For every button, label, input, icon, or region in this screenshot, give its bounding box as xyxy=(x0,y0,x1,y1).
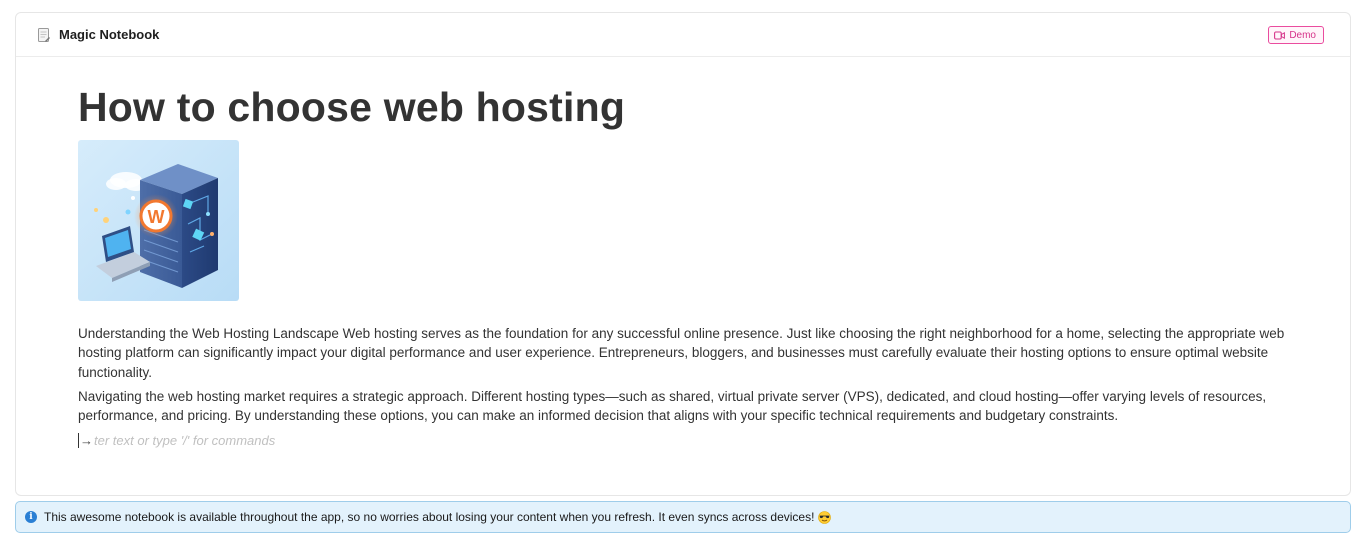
editor-input[interactable]: → ter text or type '/' for commands xyxy=(78,430,1288,450)
notebook-header: Magic Notebook Demo xyxy=(16,13,1350,57)
document-body[interactable]: How to choose web hosting W Understandin… xyxy=(78,81,1288,450)
editor-placeholder: ter text or type '/' for commands xyxy=(94,432,276,448)
sunglasses-emoji xyxy=(818,510,832,524)
info-icon: i xyxy=(25,511,37,523)
paragraph[interactable]: Navigating the web hosting market requir… xyxy=(78,387,1288,426)
text-caret xyxy=(78,432,79,448)
paragraph[interactable]: Understanding the Web Hosting Landscape … xyxy=(78,324,1288,382)
info-text: This awesome notebook is available throu… xyxy=(44,510,815,524)
video-icon xyxy=(1274,30,1286,40)
arrow-icon: → xyxy=(80,432,93,448)
notebook-card: Magic Notebook Demo How to choose web ho… xyxy=(15,12,1351,496)
page-title[interactable]: How to choose web hosting xyxy=(78,81,1288,133)
demo-button[interactable]: Demo xyxy=(1268,26,1324,44)
notebook-icon xyxy=(36,27,52,43)
svg-text:W: W xyxy=(148,207,165,227)
server-illustration[interactable]: W xyxy=(78,140,239,301)
notebook-title: Magic Notebook xyxy=(59,27,160,42)
demo-label: Demo xyxy=(1289,29,1316,41)
info-banner: i This awesome notebook is available thr… xyxy=(15,501,1351,533)
